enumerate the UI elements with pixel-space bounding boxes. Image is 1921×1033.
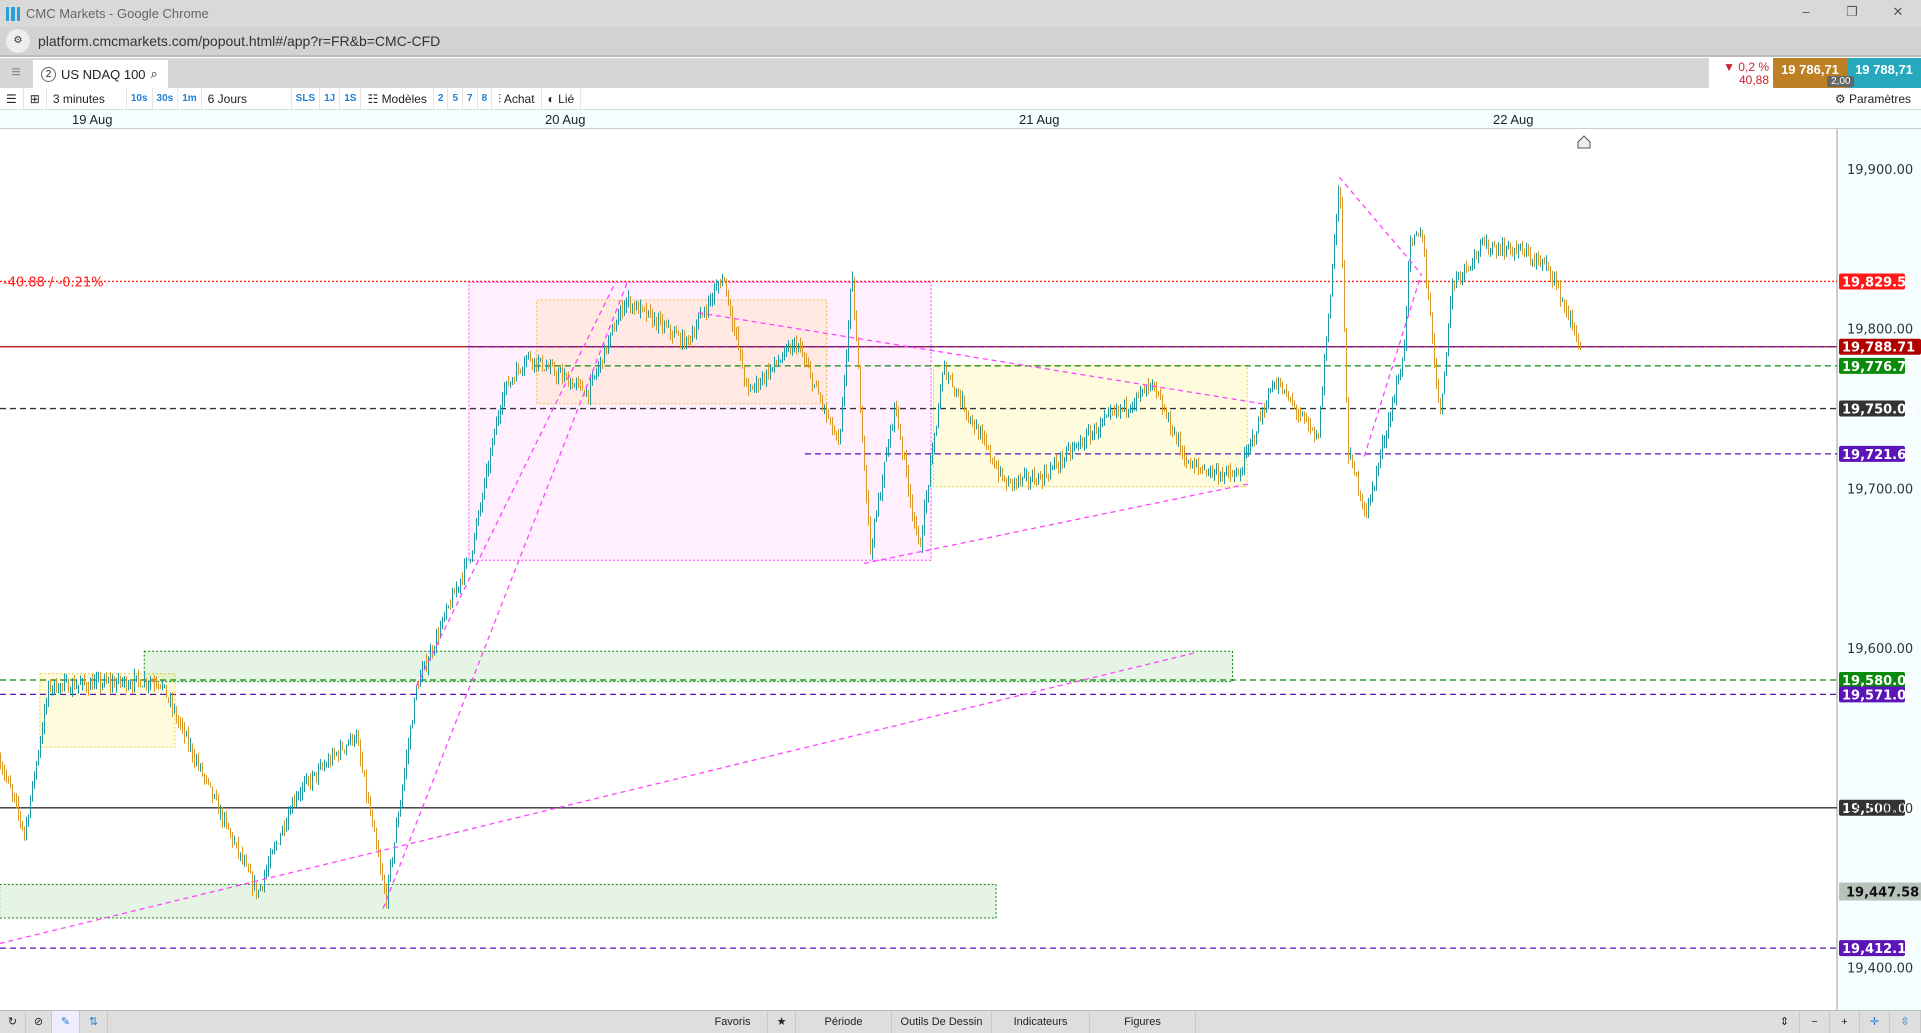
menu-icon[interactable]: ≡	[0, 58, 32, 88]
interval-1m[interactable]: 1m	[178, 87, 202, 110]
trade-label: Achat	[503, 91, 535, 106]
template-2[interactable]: 2	[434, 87, 449, 110]
star-icon[interactable]: ★	[768, 1011, 796, 1033]
zoom-out-icon[interactable]: −	[1800, 1011, 1830, 1033]
layout-icon[interactable]: ⊞	[24, 87, 47, 110]
level-label: 19,721.62	[1842, 448, 1915, 463]
window-title: CMC Markets - Google Chrome	[26, 6, 209, 21]
period-1s[interactable]: 1S	[340, 87, 362, 110]
price-tick: 19,400.00	[1847, 962, 1913, 977]
linked-button[interactable]: ◐ Lié	[542, 87, 582, 110]
period-1j[interactable]: 1J	[320, 87, 341, 110]
price-tick: 19,800.00	[1847, 323, 1913, 338]
linked-label: Lié	[558, 91, 575, 106]
period-select[interactable]: 6 Jours	[202, 87, 292, 110]
cmc-logo-icon	[6, 6, 20, 21]
crosshair-icon[interactable]: ✛	[1860, 1011, 1890, 1033]
change-tag: -40.88 / -0.21%	[3, 275, 104, 290]
templates-label: Modèles	[381, 91, 427, 106]
level-label: 19,571.04	[1842, 688, 1915, 703]
favorites-button[interactable]: Favoris	[698, 1011, 768, 1033]
bottom-toolbar: ↻ ⊘ ✎ ⇅ Favoris ★ Période Outils De Dess…	[0, 1010, 1921, 1033]
close-button[interactable]: ✕	[1875, 0, 1921, 24]
marker-label: 19,447.58	[1846, 886, 1919, 901]
minimize-button[interactable]: –	[1783, 0, 1829, 24]
trend-line	[1338, 176, 1423, 275]
interval-select[interactable]: 3 minutes	[47, 87, 127, 110]
level-label: 19,829.59	[1842, 275, 1915, 290]
template-8[interactable]: 8	[478, 87, 493, 110]
instrument-tab[interactable]: 2 US NDAQ 100 ⌕	[33, 60, 168, 88]
price-tick: 19,500.00	[1847, 802, 1913, 817]
search-icon[interactable]: ⌕	[151, 66, 158, 82]
sliders-icon: ☷	[367, 91, 382, 106]
date-label: 19 Aug	[72, 112, 113, 127]
interval-30s[interactable]: 30s	[153, 87, 179, 110]
site-settings-icon[interactable]: ⚙	[6, 29, 30, 53]
zoom-in-icon[interactable]: +	[1830, 1011, 1860, 1033]
buy-price-button[interactable]: 19 788,71	[1847, 58, 1921, 88]
crosshair-arrows-icon[interactable]: ⇳	[1890, 1011, 1921, 1033]
refresh-icon[interactable]: ↻	[0, 1011, 26, 1033]
fit-icon[interactable]: ⇕	[1770, 1011, 1800, 1033]
instrument-name: US NDAQ 100	[61, 66, 146, 82]
trade-button[interactable]: ⫶ Achat	[492, 87, 542, 110]
templates-button[interactable]: ☷ Modèles	[361, 87, 434, 110]
chart-toolbar: ☰ ⊞ 3 minutes 10s 30s 1m 6 Jours SLS 1J …	[0, 87, 1921, 110]
home-scroll-icon[interactable]	[1577, 135, 1591, 149]
zone-rectangle	[143, 650, 1234, 683]
template-7[interactable]: 7	[463, 87, 478, 110]
price-tick: 19,900.00	[1847, 163, 1913, 178]
address-bar[interactable]: ⚙ platform.cmcmarkets.com/popout.html#/a…	[0, 27, 1921, 57]
date-label: 20 Aug	[545, 112, 586, 127]
tab-row: ≡ 2 US NDAQ 100 ⌕	[0, 58, 1921, 88]
level-label: 19,412.14	[1842, 942, 1915, 957]
tab-number: 2	[41, 66, 56, 82]
price-chart[interactable]: 19,829.59 -40.88 / -0.21% 19,788.71 19,776.…	[0, 129, 1921, 1010]
restore-button[interactable]: ❐	[1829, 0, 1875, 24]
change-points: 40,88	[1738, 73, 1769, 87]
trend-line	[1363, 274, 1422, 457]
arrows-icon[interactable]: ⇅	[80, 1011, 108, 1033]
date-label: 22 Aug	[1493, 112, 1534, 127]
price-tick: 19,700.00	[1847, 482, 1913, 497]
level-label: 19,750.00	[1842, 403, 1915, 418]
block-icon[interactable]: ⊘	[26, 1011, 52, 1033]
settings-label: Paramètres	[1848, 92, 1911, 106]
level-label: 19,776.71	[1842, 360, 1915, 375]
date-label: 21 Aug	[1019, 112, 1060, 127]
pencil-icon[interactable]: ✎	[52, 1011, 80, 1033]
gear-icon: ⚙	[1834, 92, 1849, 106]
spread-badge: 2,00	[1827, 76, 1855, 87]
price-tick: 19,600.00	[1847, 642, 1913, 657]
template-5[interactable]: 5	[448, 87, 464, 110]
window-title-bar: CMC Markets - Google Chrome – ❐ ✕	[0, 0, 1921, 27]
level-label: 19,788.71	[1842, 341, 1915, 356]
price-axis-bg	[1837, 129, 1921, 1010]
period-sls[interactable]: SLS	[292, 87, 321, 110]
interval-10s[interactable]: 10s	[127, 87, 153, 110]
list-icon[interactable]: ☰	[0, 87, 24, 110]
figures-button[interactable]: Figures	[1090, 1011, 1196, 1033]
settings-button[interactable]: ⚙ Paramètres	[1835, 88, 1911, 110]
link-icon: ◐	[547, 91, 559, 106]
date-axis: 19 Aug 20 Aug 21 Aug 22 Aug	[0, 110, 1921, 129]
period-button[interactable]: Période	[796, 1011, 892, 1033]
url-text[interactable]: platform.cmcmarkets.com/popout.html#/app…	[38, 33, 440, 49]
quote-panel: ▼ 0,2 % 40,88 19 786,71 19 788,71 2,00	[1709, 58, 1921, 88]
drawing-tools-button[interactable]: Outils De Dessin	[892, 1011, 992, 1033]
zone-rectangle	[0, 883, 997, 919]
indicators-button[interactable]: Indicateurs	[992, 1011, 1090, 1033]
